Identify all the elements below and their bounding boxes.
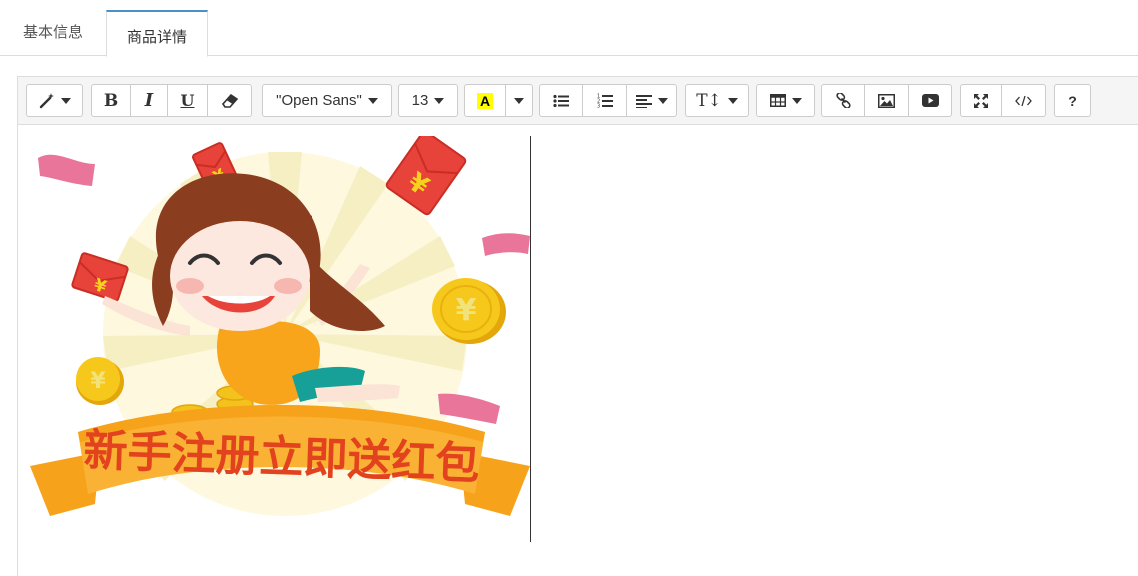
video-icon (921, 94, 939, 107)
font-family-value: "Open Sans" (276, 92, 362, 109)
chevron-down-icon (514, 97, 524, 104)
unordered-list-button[interactable] (539, 84, 583, 117)
insert-picture-button[interactable] (864, 84, 909, 117)
style-group (26, 84, 83, 117)
fullscreen-icon (974, 93, 988, 108)
tab-bar: 基本信息 商品详情 (0, 0, 1138, 57)
ordered-list-icon: 1 2 3 (597, 94, 613, 109)
view-group (960, 84, 1046, 117)
code-view-icon (1015, 95, 1032, 106)
italic-button[interactable]: I (130, 84, 168, 117)
picture-icon (878, 93, 895, 108)
highlight-color-button[interactable]: A (464, 84, 506, 117)
fullscreen-button[interactable] (960, 84, 1002, 117)
font-family-group: "Open Sans" (262, 84, 392, 117)
underline-button[interactable]: U (167, 84, 208, 117)
bold-icon: B (103, 90, 119, 111)
table-button[interactable] (756, 84, 815, 117)
editor-toolbar: B I U "Open Sans" 13 A 1 2 3 T↕ ? (18, 77, 1138, 125)
pink-ribbon-decoration (482, 233, 530, 256)
ordered-list-button[interactable]: 1 2 3 (582, 84, 627, 117)
pink-ribbon-decoration (38, 154, 95, 186)
line-height-group: T↕ (685, 84, 749, 117)
tab-product-details[interactable]: 商品详情 (106, 10, 208, 57)
text-cursor (530, 136, 531, 542)
insert-link-button[interactable] (821, 84, 865, 117)
line-height-icon: T↕ (696, 90, 722, 111)
paragraph-align-icon (635, 94, 652, 108)
paragraph-align-button[interactable] (626, 84, 677, 117)
svg-text:3: 3 (597, 104, 600, 109)
clear-format-button[interactable] (207, 84, 252, 117)
chevron-down-icon (434, 97, 445, 104)
line-height-button[interactable]: T↕ (685, 84, 749, 117)
font-size-dropdown[interactable]: 13 (398, 84, 458, 117)
highlight-color-icon: A (476, 92, 494, 109)
insert-group (821, 84, 952, 117)
svg-text:¥: ¥ (90, 369, 106, 394)
rich-text-editor: B I U "Open Sans" 13 A 1 2 3 T↕ ? ¥ ¥ ¥ … (17, 76, 1138, 576)
style-button[interactable] (26, 84, 83, 117)
chevron-down-icon (367, 97, 378, 104)
font-size-value: 13 (411, 92, 429, 109)
italic-icon: I (144, 90, 154, 111)
bold-button[interactable]: B (91, 84, 131, 117)
chevron-down-icon (727, 97, 738, 104)
chevron-down-icon (60, 97, 71, 104)
pink-ribbon-decoration (438, 393, 500, 424)
color-dropdown-button[interactable] (505, 84, 533, 117)
svg-text:¥: ¥ (456, 293, 477, 328)
promo-illustration: ¥ ¥ ¥ ¥ 新手注册立即送红包 (30, 130, 530, 516)
help-button[interactable]: ? (1054, 84, 1091, 117)
promo-image[interactable]: ¥ ¥ ¥ ¥ 新手注册立即送红包 (30, 130, 532, 542)
tab-basic-info[interactable]: 基本信息 (0, 10, 106, 56)
insert-video-button[interactable] (908, 84, 952, 117)
chevron-down-icon (791, 97, 802, 104)
help-group: ? (1054, 84, 1091, 117)
font-family-dropdown[interactable]: "Open Sans" (262, 84, 392, 117)
paragraph-group: 1 2 3 (539, 84, 677, 117)
help-icon: ? (1068, 92, 1077, 109)
code-view-button[interactable] (1001, 84, 1046, 117)
table-group (756, 84, 815, 117)
font-style-group: B I U (91, 84, 252, 117)
unordered-list-icon (553, 94, 569, 107)
eraser-icon (221, 93, 238, 108)
underline-icon: U (180, 91, 195, 110)
font-size-group: 13 (398, 84, 458, 117)
editor-content[interactable]: ¥ ¥ ¥ ¥ 新手注册立即送红包 (18, 126, 1138, 576)
color-group: A (464, 84, 533, 117)
table-icon (769, 94, 786, 107)
magic-wand-icon (39, 92, 54, 108)
chevron-down-icon (657, 97, 668, 104)
link-icon (835, 93, 851, 108)
